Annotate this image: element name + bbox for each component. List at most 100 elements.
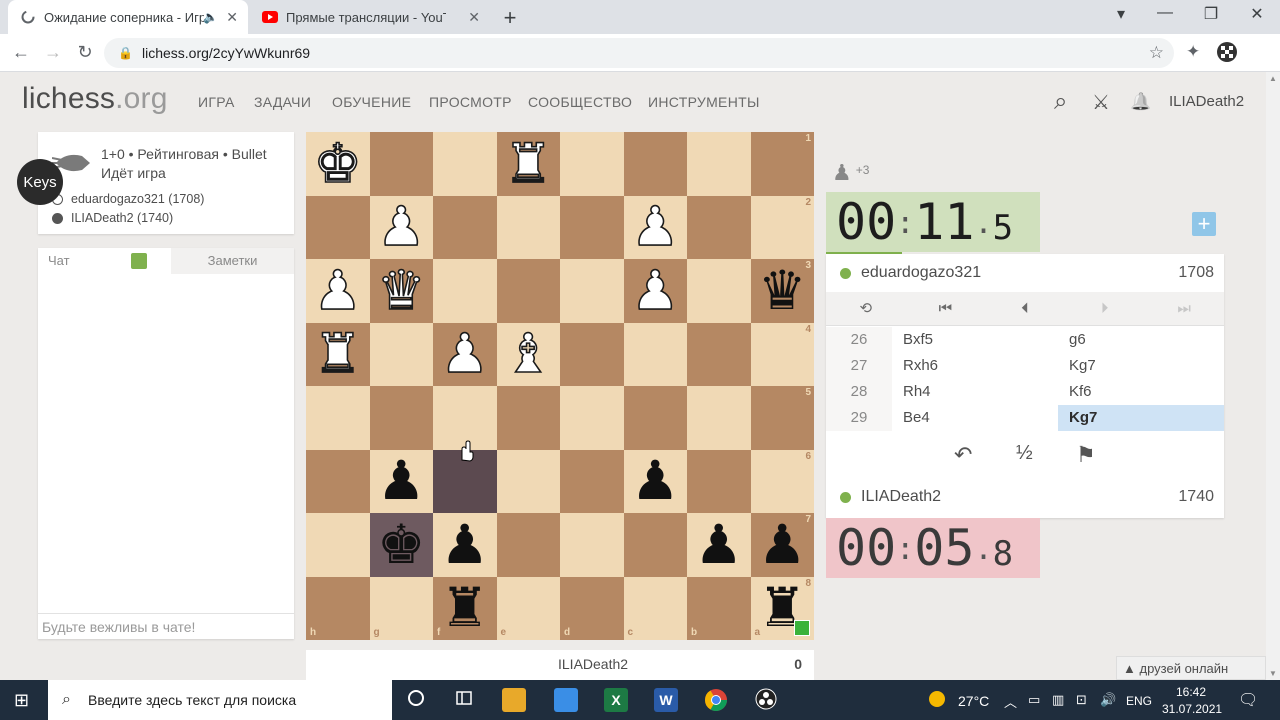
- minimize-button[interactable]: —: [1150, 4, 1180, 22]
- board-square[interactable]: [433, 195, 497, 259]
- weather-icon[interactable]: [928, 690, 946, 711]
- white-move[interactable]: Bxf5: [892, 327, 1058, 353]
- white-pawn-icon[interactable]: ♟: [440, 326, 490, 382]
- white-player-line[interactable]: eduardogazo321 (1708): [52, 192, 204, 206]
- url-input[interactable]: 🔒 lichess.org/2cyYwWkunr69 ☆: [104, 38, 1174, 68]
- white-rook-icon[interactable]: ♜: [503, 136, 553, 192]
- board-square[interactable]: ♝: [496, 322, 560, 386]
- board-square[interactable]: 6: [750, 449, 814, 513]
- board-square[interactable]: [560, 132, 624, 196]
- board-square[interactable]: [306, 449, 370, 513]
- profile-dropdown-icon[interactable]: ▾: [1106, 4, 1136, 24]
- board-square[interactable]: [496, 386, 560, 450]
- board-square[interactable]: ♟: [623, 259, 687, 323]
- board-square[interactable]: [560, 195, 624, 259]
- obs-icon[interactable]: [754, 688, 778, 712]
- board-square[interactable]: ♛ 3: [750, 259, 814, 323]
- language-indicator[interactable]: ENG: [1126, 694, 1152, 708]
- board-square[interactable]: [687, 322, 751, 386]
- white-move[interactable]: Rh4: [892, 379, 1058, 405]
- board-square[interactable]: [496, 259, 560, 323]
- board-square[interactable]: [623, 322, 687, 386]
- tab-chat[interactable]: Чат: [38, 248, 171, 274]
- board-square[interactable]: ♟: [369, 449, 433, 513]
- volume-icon[interactable]: 🔊: [1100, 692, 1116, 708]
- black-move[interactable]: Kg7: [1058, 405, 1224, 431]
- board-square[interactable]: ♜: [306, 322, 370, 386]
- board-square[interactable]: [369, 386, 433, 450]
- board-square[interactable]: [306, 513, 370, 577]
- board-square[interactable]: [687, 259, 751, 323]
- file-explorer-icon[interactable]: [502, 688, 526, 712]
- board-square[interactable]: [687, 386, 751, 450]
- weather-temp[interactable]: 27°C: [958, 693, 989, 709]
- board-square[interactable]: [306, 386, 370, 450]
- back-button[interactable]: ←: [10, 42, 32, 63]
- board-square[interactable]: e: [496, 576, 560, 640]
- excel-icon[interactable]: X: [604, 688, 628, 712]
- black-rook-icon[interactable]: ♜: [441, 581, 489, 635]
- nav-community[interactable]: СООБЩЕСТВО: [528, 94, 632, 110]
- forward-button[interactable]: →: [42, 42, 64, 63]
- board-square[interactable]: ♜ f: [433, 576, 497, 640]
- board-square[interactable]: h: [306, 576, 370, 640]
- scroll-down-icon[interactable]: ▼: [1269, 669, 1277, 678]
- cortana-icon[interactable]: [404, 688, 428, 712]
- white-queen-icon[interactable]: ♛: [376, 263, 426, 319]
- nav-watch[interactable]: ПРОСМОТР: [429, 94, 512, 110]
- task-view-icon[interactable]: [452, 688, 476, 712]
- prev-move-icon[interactable]: ⏴: [985, 292, 1065, 325]
- first-move-icon[interactable]: ⏮: [906, 292, 986, 325]
- offer-draw-button[interactable]: ½: [1016, 442, 1033, 465]
- board-square[interactable]: 2: [750, 195, 814, 259]
- board-square[interactable]: [687, 449, 751, 513]
- black-pawn-icon[interactable]: ♟: [377, 454, 425, 508]
- board-square[interactable]: [496, 449, 560, 513]
- board-square[interactable]: ♚: [369, 513, 433, 577]
- tray-app-icon[interactable]: ⊡: [1076, 692, 1087, 708]
- black-move[interactable]: g6: [1058, 327, 1224, 353]
- black-pawn-icon[interactable]: ♟: [631, 454, 679, 508]
- black-king-icon[interactable]: ♚: [377, 518, 425, 572]
- search-icon[interactable]: ⌕: [1054, 88, 1067, 116]
- extensions-icon[interactable]: ✦: [1186, 42, 1200, 62]
- black-pawn-icon[interactable]: ♟: [758, 518, 806, 572]
- white-rook-icon[interactable]: ♜: [313, 326, 363, 382]
- nav-tools[interactable]: ИНСТРУМЕНТЫ: [648, 94, 760, 110]
- board-square[interactable]: ♟ 7: [750, 513, 814, 577]
- flip-board-icon[interactable]: ⟲: [826, 292, 906, 325]
- board-square[interactable]: [623, 386, 687, 450]
- board-square[interactable]: [496, 513, 560, 577]
- tray-chevron-icon[interactable]: ︿: [1004, 692, 1017, 711]
- page-scrollbar[interactable]: ▲ ▼: [1266, 72, 1280, 680]
- tab-close-icon[interactable]: ✕: [468, 9, 480, 26]
- white-pawn-icon[interactable]: ♟: [630, 199, 680, 255]
- chessboard[interactable]: ♚ ♜ 1 ♟ ♟ 2 ♟ ♛ ♟ ♛ 3 ♜ ♟ ♝ 4 5 ♟ ♟ 6 ♚ ♟ ♟ ♟ 7 h g ♜ f e d c b ♜ 8 a: [306, 132, 814, 640]
- board-square[interactable]: [306, 195, 370, 259]
- board-square[interactable]: [496, 195, 560, 259]
- last-move-icon[interactable]: ⏭: [1144, 292, 1224, 325]
- white-pawn-icon[interactable]: ♟: [313, 263, 363, 319]
- board-square[interactable]: ♟: [433, 513, 497, 577]
- black-queen-icon[interactable]: ♛: [758, 264, 806, 318]
- next-move-icon[interactable]: ⏵: [1065, 292, 1145, 325]
- board-square[interactable]: ♛: [369, 259, 433, 323]
- bottom-player-row[interactable]: ILIADeath2 1740: [840, 488, 1214, 506]
- board-square[interactable]: [560, 322, 624, 386]
- white-king-icon[interactable]: ♚: [313, 136, 363, 192]
- white-move[interactable]: Be4: [892, 405, 1058, 431]
- white-move[interactable]: Rxh6: [892, 353, 1058, 379]
- board-square[interactable]: [560, 513, 624, 577]
- resign-flag-icon[interactable]: ⚑: [1076, 442, 1096, 468]
- board-square[interactable]: g: [369, 576, 433, 640]
- board-square[interactable]: [560, 259, 624, 323]
- profile-avatar[interactable]: [1216, 41, 1238, 68]
- tab-waiting-opponent[interactable]: Ожидание соперника - Игр 🔈 ✕: [8, 0, 248, 34]
- chat-toggle-checkbox[interactable]: [131, 253, 147, 269]
- takeback-icon[interactable]: ↶: [954, 442, 972, 468]
- board-square[interactable]: ♟: [433, 322, 497, 386]
- add-time-button[interactable]: +: [1192, 212, 1216, 236]
- board-square[interactable]: 1: [750, 132, 814, 196]
- lock-icon[interactable]: 🔒: [118, 38, 133, 68]
- word-icon[interactable]: W: [654, 688, 678, 712]
